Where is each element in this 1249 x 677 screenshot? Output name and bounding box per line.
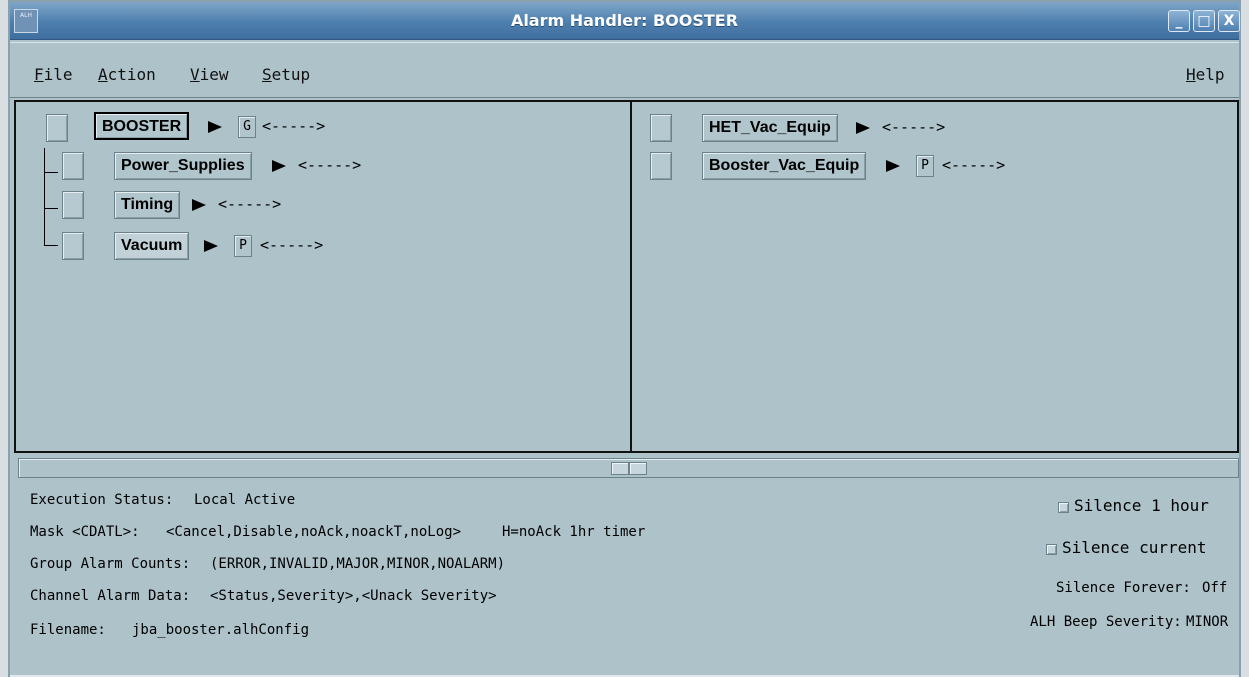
alarm-handler-window: ALH Alarm Handler: BOOSTER _ □ X File Ac… xyxy=(8,0,1241,677)
expand-arrow-icon[interactable] xyxy=(272,160,286,172)
sash-handle-right[interactable] xyxy=(629,462,647,475)
expand-arrow-icon[interactable] xyxy=(204,240,218,252)
filename-label: Filename: xyxy=(30,622,106,638)
ack-button-booster-vac-equip[interactable] xyxy=(650,152,672,180)
status-area: Execution Status: Local Active Mask <CDA… xyxy=(10,482,1239,677)
expand-arrow-icon[interactable] xyxy=(208,121,222,133)
alarm-counts-het-vac-equip: <-----> xyxy=(882,118,946,136)
alarm-tree-panes: BOOSTER G <-----> Power_Supplies <----->… xyxy=(14,100,1239,453)
channel-alarm-data-value: <Status,Severity>,<Unack Severity> xyxy=(210,588,497,604)
ack-button-power-supplies[interactable] xyxy=(62,152,84,180)
silence-1-hour-label[interactable]: Silence 1 hour xyxy=(1074,496,1209,515)
window-title: Alarm Handler: BOOSTER xyxy=(510,11,739,30)
tree-line xyxy=(44,208,58,209)
minimize-button[interactable]: _ xyxy=(1168,10,1190,32)
beep-severity-value: MINOR xyxy=(1186,614,1229,630)
ack-button-het-vac-equip[interactable] xyxy=(650,114,672,142)
menu-help[interactable]: Help xyxy=(1186,65,1225,84)
mask-label: Mask <CDATL>: xyxy=(30,524,140,540)
alarm-counts-timing: <-----> xyxy=(218,195,282,213)
tree-line xyxy=(44,148,45,246)
ack-button-vacuum[interactable] xyxy=(62,232,84,260)
maximize-button[interactable]: □ xyxy=(1193,10,1215,32)
alarm-counts-booster: <-----> xyxy=(262,117,326,135)
expand-arrow-icon[interactable] xyxy=(886,160,900,172)
ack-button-booster[interactable] xyxy=(46,114,68,142)
execution-status-label: Execution Status: xyxy=(30,492,174,508)
beep-severity-label: ALH Beep Severity: xyxy=(1030,614,1182,630)
group-timing-button[interactable]: Timing xyxy=(114,191,181,219)
mask-flag-booster: G xyxy=(238,116,256,138)
silence-forever-value: Off xyxy=(1202,580,1228,596)
tree-line xyxy=(44,245,58,246)
close-button[interactable]: X xyxy=(1218,10,1240,32)
silence-current-label[interactable]: Silence current xyxy=(1062,538,1207,557)
menu-view[interactable]: View xyxy=(190,65,229,84)
group-het-vac-equip-button[interactable]: HET_Vac_Equip xyxy=(702,114,838,142)
execution-status-value: Local Active xyxy=(194,492,296,508)
menu-setup[interactable]: Setup xyxy=(262,65,310,84)
ack-button-timing[interactable] xyxy=(62,191,84,219)
pane-sash[interactable] xyxy=(18,458,1239,478)
alarm-counts-power-supplies: <-----> xyxy=(298,156,362,174)
title-bar[interactable]: ALH Alarm Handler: BOOSTER _ □ X xyxy=(10,2,1240,40)
silence-forever-label: Silence Forever: xyxy=(1056,580,1191,596)
alarm-counts-booster-vac-equip: <-----> xyxy=(942,156,1006,174)
expand-arrow-icon[interactable] xyxy=(192,199,206,211)
channel-alarm-data-label: Channel Alarm Data: xyxy=(30,588,191,604)
group-power-supplies-button[interactable]: Power_Supplies xyxy=(114,152,252,180)
group-alarm-counts-value: (ERROR,INVALID,MAJOR,MINOR,NOALARM) xyxy=(210,556,506,572)
mask-flag-vacuum: P xyxy=(234,235,252,257)
group-alarm-counts-label: Group Alarm Counts: xyxy=(30,556,191,572)
group-vacuum-button[interactable]: Vacuum xyxy=(114,232,190,260)
silence-current-checkbox[interactable] xyxy=(1046,544,1057,555)
menu-action[interactable]: Action xyxy=(98,65,156,84)
filename-value: jba_booster.alhConfig xyxy=(132,622,310,638)
mask-value: <Cancel,Disable,noAck,noackT,noLog> xyxy=(166,524,462,540)
expand-arrow-icon[interactable] xyxy=(856,122,870,134)
mask-note: H=noAck 1hr timer xyxy=(502,524,646,540)
menu-file[interactable]: File xyxy=(34,65,73,84)
group-booster-vac-equip-button[interactable]: Booster_Vac_Equip xyxy=(702,152,867,180)
silence-1-hour-checkbox[interactable] xyxy=(1058,502,1069,513)
pane-divider[interactable] xyxy=(630,102,632,451)
menu-bar: File Action View Setup Help xyxy=(10,42,1239,98)
tree-line xyxy=(44,172,58,173)
alarm-counts-vacuum: <-----> xyxy=(260,236,324,254)
mask-flag-booster-vac-equip: P xyxy=(916,155,934,177)
sash-handle-left[interactable] xyxy=(611,462,629,475)
group-booster-button[interactable]: BOOSTER xyxy=(94,112,190,140)
